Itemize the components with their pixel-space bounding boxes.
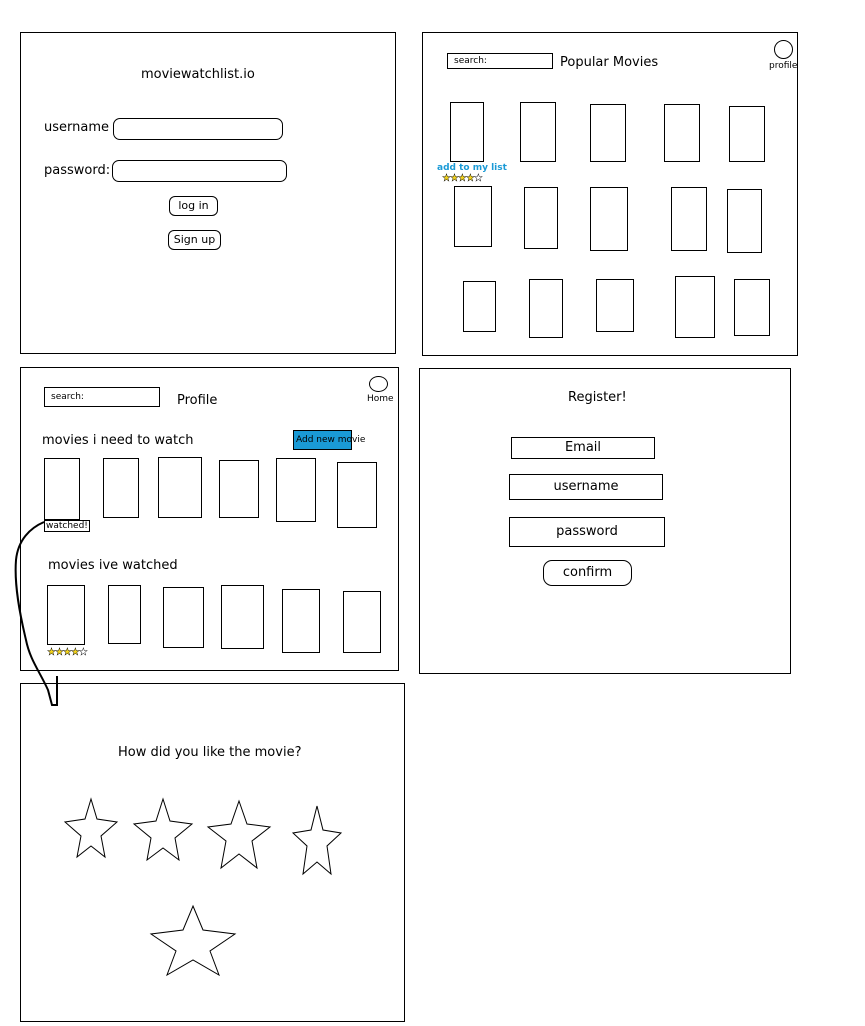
movie-poster[interactable] <box>590 104 626 162</box>
password-label: password: <box>44 163 111 178</box>
movie-poster[interactable] <box>221 585 264 649</box>
rating-stars[interactable]: ★★★★★ <box>442 173 483 184</box>
email-field[interactable]: Email <box>511 437 655 459</box>
movie-poster[interactable] <box>158 457 202 518</box>
movie-poster[interactable] <box>343 591 381 653</box>
movie-poster[interactable] <box>47 585 85 645</box>
movie-poster[interactable] <box>524 187 558 249</box>
add-to-list-link[interactable]: add to my list <box>437 163 507 173</box>
login-button[interactable]: log in <box>169 196 218 216</box>
search-input[interactable]: search: <box>447 53 553 69</box>
movie-poster[interactable] <box>44 458 80 520</box>
username-field[interactable] <box>113 118 283 140</box>
movie-poster[interactable] <box>596 279 634 332</box>
movie-poster[interactable] <box>734 279 770 336</box>
movie-poster[interactable] <box>590 187 628 251</box>
movie-poster[interactable] <box>282 589 320 653</box>
movie-poster[interactable] <box>520 102 556 162</box>
rating-panel: How did you like the movie? <box>20 683 405 1022</box>
need-to-watch-heading: movies i need to watch <box>42 433 194 448</box>
movie-poster[interactable] <box>219 460 259 518</box>
movie-poster[interactable] <box>337 462 377 528</box>
movie-poster[interactable] <box>727 189 762 253</box>
home-link[interactable]: Home <box>367 394 394 404</box>
movie-poster[interactable] <box>103 458 139 518</box>
confirm-button[interactable]: confirm <box>543 560 632 586</box>
movie-poster[interactable] <box>108 585 141 644</box>
movie-poster[interactable] <box>450 102 484 162</box>
rating-stars-large <box>63 797 343 977</box>
star-1-icon[interactable] <box>63 797 119 859</box>
signup-button[interactable]: Sign up <box>168 230 221 250</box>
register-title: Register! <box>568 390 627 405</box>
movie-poster[interactable] <box>454 186 492 247</box>
movie-poster[interactable] <box>529 279 563 338</box>
rating-stars[interactable]: ★★★★★ <box>47 647 88 658</box>
movie-poster[interactable] <box>463 281 496 332</box>
star-5-icon[interactable] <box>149 904 237 977</box>
profile-avatar-icon[interactable] <box>774 40 793 59</box>
movie-poster[interactable] <box>675 276 715 338</box>
username-label: username <box>44 120 109 135</box>
star-2-icon[interactable] <box>132 797 194 862</box>
watched-label: watched! <box>44 520 90 532</box>
add-new-movie-label: Add new movie <box>293 430 365 450</box>
movie-poster[interactable] <box>671 187 707 251</box>
app-title: moviewatchlist.io <box>141 67 255 82</box>
watched-button[interactable]: watched! <box>44 520 90 532</box>
movie-poster[interactable] <box>729 106 765 162</box>
page-title: Profile <box>177 393 218 408</box>
add-new-movie-button[interactable]: Add new movie <box>293 430 365 450</box>
star-4-icon[interactable] <box>291 805 343 876</box>
username-field[interactable]: username <box>509 474 663 500</box>
movie-poster[interactable] <box>664 104 700 162</box>
watched-heading: movies ive watched <box>48 558 178 573</box>
login-panel: moviewatchlist.io username password: log… <box>20 32 396 354</box>
star-3-icon[interactable] <box>206 799 272 870</box>
profile-link[interactable]: profile <box>769 61 797 71</box>
popular-movies-panel: search: Popular Movies profile add to my… <box>422 32 798 356</box>
movie-poster[interactable] <box>276 458 316 522</box>
home-avatar-icon[interactable] <box>369 376 388 392</box>
profile-panel: search: Profile Home movies i need to wa… <box>20 367 399 671</box>
register-panel: Register! Email username password confir… <box>419 368 791 674</box>
password-field[interactable]: password <box>509 517 665 547</box>
search-input[interactable]: search: <box>44 387 160 407</box>
page-title: Popular Movies <box>560 55 659 70</box>
password-field[interactable] <box>112 160 287 182</box>
movie-poster[interactable] <box>163 587 204 648</box>
